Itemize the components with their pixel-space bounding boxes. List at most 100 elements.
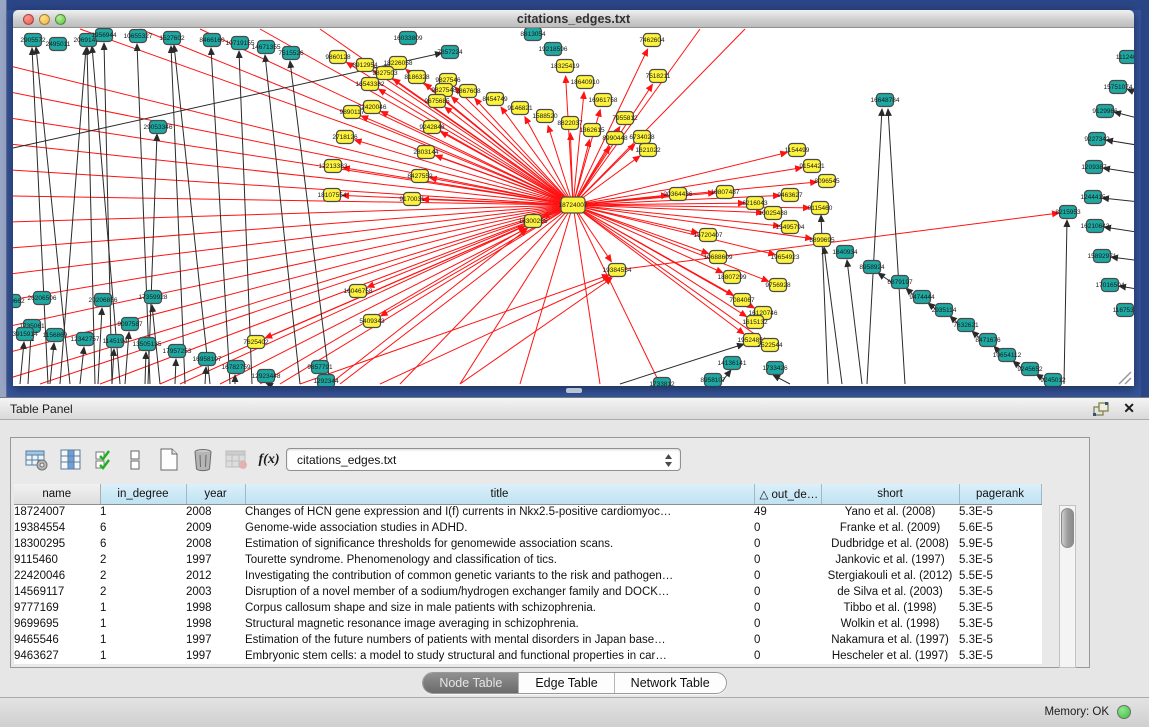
- graph-edge[interactable]: [379, 89, 573, 205]
- selection-mode-button[interactable]: [91, 446, 119, 474]
- table-cell[interactable]: 1997: [186, 648, 245, 664]
- graph-edge[interactable]: [50, 343, 54, 384]
- graph-edge[interactable]: [573, 29, 745, 205]
- table-cell[interactable]: 6: [100, 536, 186, 552]
- graph-edge[interactable]: [381, 111, 573, 205]
- table-cell[interactable]: Estimation of the future numbers of pati…: [245, 632, 754, 648]
- graph-edge[interactable]: [867, 109, 882, 384]
- table-cell[interactable]: 9699695: [14, 616, 100, 632]
- table-cell[interactable]: Jankovic et al. (1997): [821, 552, 959, 568]
- delete-column-button[interactable]: [189, 446, 217, 474]
- graph-edge[interactable]: [888, 109, 905, 384]
- graph-edge[interactable]: [104, 43, 112, 384]
- table-cell[interactable]: 9465546: [14, 632, 100, 648]
- delete-table-button[interactable]: [223, 446, 251, 474]
- table-cell[interactable]: Disruption of a novel member of a sodium…: [245, 584, 754, 600]
- graph-edge[interactable]: [13, 118, 573, 205]
- graph-edge[interactable]: [847, 260, 862, 384]
- graph-edge[interactable]: [145, 352, 146, 384]
- table-row[interactable]: 977716911998Corpus callosum shape and si…: [14, 600, 1041, 616]
- table-cell[interactable]: 0: [754, 648, 821, 664]
- table-cell[interactable]: Franke et al. (2009): [821, 520, 959, 536]
- table-cell[interactable]: 1998: [186, 600, 245, 616]
- graph-edge[interactable]: [617, 213, 1059, 270]
- table-cell[interactable]: Embryonic stem cells: a model to study s…: [245, 648, 754, 664]
- table-vertical-scrollbar[interactable]: [1059, 505, 1076, 668]
- graph-edge[interactable]: [573, 92, 584, 205]
- scrollbar-thumb[interactable]: [1061, 508, 1074, 548]
- graph-edge[interactable]: [20, 342, 24, 384]
- table-cell[interactable]: 5.3E-5: [959, 584, 1041, 600]
- close-panel-icon[interactable]: ✕: [1123, 400, 1135, 417]
- tab-edge-table[interactable]: Edge Table: [519, 673, 614, 693]
- table-cell[interactable]: Genome-wide association studies in ADHD.: [245, 520, 754, 536]
- table-cell[interactable]: 5.5E-5: [959, 568, 1041, 584]
- table-cell[interactable]: 0: [754, 536, 821, 552]
- table-cell[interactable]: 1: [100, 616, 186, 632]
- graph-edge[interactable]: [460, 278, 612, 384]
- table-cell[interactable]: 2008: [186, 504, 245, 520]
- graph-edge[interactable]: [239, 51, 252, 384]
- table-cell[interactable]: 49: [754, 504, 821, 520]
- graph-edge[interactable]: [330, 229, 527, 384]
- table-row[interactable]: 1938455462009Genome-wide association stu…: [14, 520, 1041, 536]
- table-cell[interactable]: 5.3E-5: [959, 648, 1041, 664]
- table-cell[interactable]: 0: [754, 584, 821, 600]
- table-cell[interactable]: Investigating the contribution of common…: [245, 568, 754, 584]
- table-cell[interactable]: 5.9E-5: [959, 536, 1041, 552]
- table-row[interactable]: 946362711997Embryonic stem cells: a mode…: [14, 648, 1041, 664]
- graph-edge[interactable]: [1102, 198, 1134, 203]
- table-mode-button[interactable]: [23, 446, 51, 474]
- table-cell[interactable]: 9777169: [14, 600, 100, 616]
- column-header-out_de[interactable]: △ out_de…: [754, 484, 821, 504]
- table-cell[interactable]: 2: [100, 552, 186, 568]
- table-cell[interactable]: 0: [754, 568, 821, 584]
- graph-edge[interactable]: [80, 347, 84, 384]
- table-cell[interactable]: 18724007: [14, 504, 100, 520]
- graph-edge[interactable]: [28, 334, 31, 384]
- table-cell[interactable]: 5.3E-5: [959, 552, 1041, 568]
- table-cell[interactable]: 1: [100, 648, 186, 664]
- graph-edge[interactable]: [460, 205, 573, 384]
- new-column-button[interactable]: [155, 446, 183, 474]
- table-cell[interactable]: 1998: [186, 616, 245, 632]
- table-cell[interactable]: 2: [100, 568, 186, 584]
- table-cell[interactable]: 0: [754, 600, 821, 616]
- table-cell[interactable]: 1997: [186, 552, 245, 568]
- table-cell[interactable]: 18300295: [14, 536, 100, 552]
- graph-edge[interactable]: [92, 46, 120, 384]
- table-cell[interactable]: 1: [100, 504, 186, 520]
- panel-divider-handle[interactable]: [566, 388, 582, 393]
- graph-edge[interactable]: [200, 29, 573, 205]
- table-cell[interactable]: Dudbridge et al. (2008): [821, 536, 959, 552]
- table-cell[interactable]: 6: [100, 520, 186, 536]
- table-cell[interactable]: Estimation of significance thresholds fo…: [245, 536, 754, 552]
- graph-edge[interactable]: [773, 375, 790, 384]
- memory-status-label[interactable]: Memory: OK: [1044, 706, 1109, 718]
- window-titlebar[interactable]: citations_edges.txt: [13, 10, 1134, 28]
- graph-edge[interactable]: [266, 383, 268, 384]
- table-cell[interactable]: 2003: [186, 584, 245, 600]
- table-cell[interactable]: Yano et al. (2008): [821, 504, 959, 520]
- table-cell[interactable]: 5.3E-5: [959, 632, 1041, 648]
- table-cell[interactable]: 5.3E-5: [959, 600, 1041, 616]
- table-row[interactable]: 1456911722003Disruption of a novel membe…: [14, 584, 1041, 600]
- table-cell[interactable]: 0: [754, 616, 821, 632]
- table-cell[interactable]: 0: [754, 520, 821, 536]
- table-cell[interactable]: Corpus callosum shape and size in male p…: [245, 600, 754, 616]
- graph-edge[interactable]: [205, 367, 206, 384]
- table-cell[interactable]: 5.6E-5: [959, 520, 1041, 536]
- column-header-short[interactable]: short: [821, 484, 959, 504]
- table-cell[interactable]: Tourette syndrome. Phenomenology and cla…: [245, 552, 754, 568]
- table-cell[interactable]: Nakamura et al. (1997): [821, 632, 959, 648]
- table-cell[interactable]: 1: [100, 600, 186, 616]
- table-cell[interactable]: Tibbo et al. (1998): [821, 600, 959, 616]
- table-cell[interactable]: 0: [754, 552, 821, 568]
- table-row[interactable]: 969969511998Structural magnetic resonanc…: [14, 616, 1041, 632]
- table-cell[interactable]: Structural magnetic resonance image aver…: [245, 616, 754, 632]
- table-selector-dropdown[interactable]: citations_edges.txt: [286, 448, 681, 471]
- function-builder-button[interactable]: f(x): [255, 446, 283, 474]
- table-cell[interactable]: 5.3E-5: [959, 616, 1041, 632]
- graph-edge[interactable]: [171, 46, 185, 384]
- network-graph-canvas[interactable]: 2905572249501120691406195694410655327152…: [13, 28, 1134, 386]
